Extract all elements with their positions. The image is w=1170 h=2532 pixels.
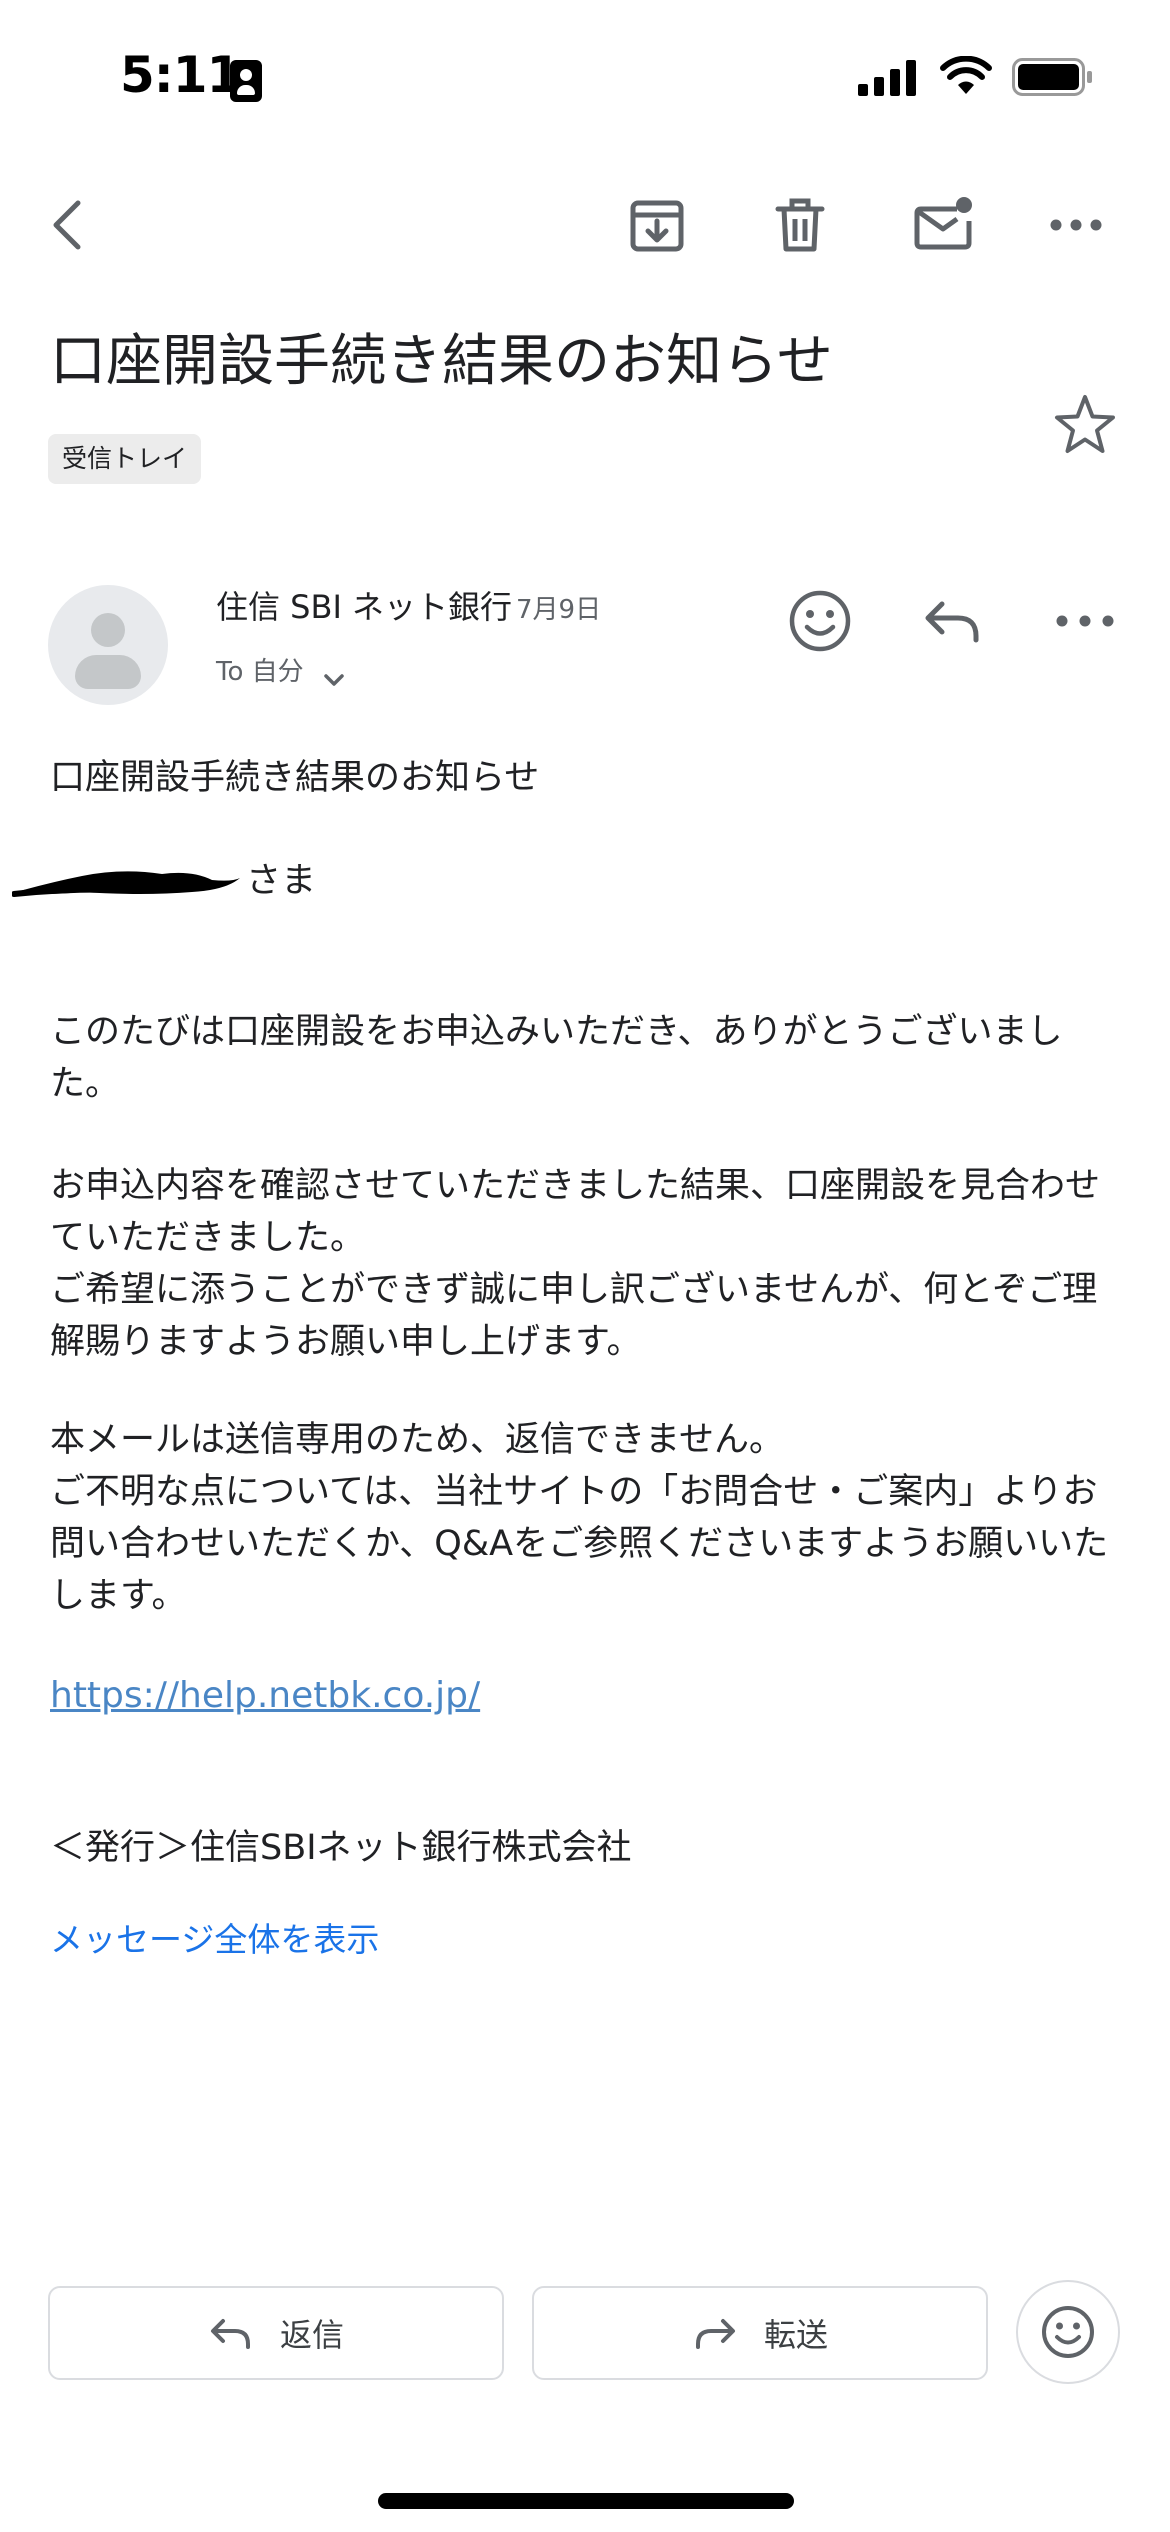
body-paragraph-1: このたびは口座開設をお申込みいただき、ありがとうございました。 (50, 1012, 1063, 1104)
show-full-message-link[interactable]: メッセージ全体を表示 (50, 1916, 379, 1964)
reply-button[interactable]: 返信 (48, 2286, 504, 2380)
more-icon[interactable] (1050, 588, 1120, 654)
delete-button[interactable] (760, 185, 840, 265)
star-icon[interactable] (1052, 392, 1118, 458)
home-indicator[interactable] (378, 2493, 794, 2509)
wifi-icon (940, 56, 992, 94)
emoji-icon (1042, 2306, 1094, 2358)
more-options-button[interactable] (1036, 185, 1116, 265)
forward-button[interactable]: 転送 (532, 2286, 988, 2380)
redacted-name (12, 871, 240, 897)
sender-name: 住信 SBI ネット銀行 (216, 588, 513, 626)
sender-avatar (48, 585, 168, 705)
emoji-reaction-button[interactable] (1016, 2280, 1120, 2384)
status-bar: 5:11 (0, 0, 1170, 150)
forward-icon (695, 2319, 735, 2349)
reply-button-label: 返信 (279, 2316, 344, 2354)
inbox-label-chip[interactable]: 受信トレイ (48, 434, 202, 484)
battery-icon (1012, 58, 1092, 96)
trash-icon (775, 198, 825, 252)
mark-unread-icon (914, 197, 972, 250)
status-time: 5:11 (120, 46, 241, 104)
body-heading: 口座開設手続き結果のお知らせ (50, 758, 540, 798)
more-icon (1050, 219, 1102, 231)
chevron-down-icon[interactable] (318, 664, 350, 696)
contact-card-icon (230, 60, 262, 102)
back-button[interactable] (30, 185, 110, 265)
back-arrow-icon (53, 200, 81, 250)
forward-button-label: 転送 (763, 2316, 828, 2354)
help-link[interactable]: https://help.netbk.co.jp/ (50, 1670, 480, 1722)
publisher-line: ＜発行＞住信SBIネット銀行株式会社 (50, 1828, 632, 1868)
body-paragraph-2: お申込内容を確認させていただきました結果、口座開設を見合わせていただきました。 … (50, 1166, 1101, 1362)
mark-unread-button[interactable] (903, 185, 983, 265)
archive-icon (630, 200, 684, 252)
email-toolbar (0, 170, 1170, 280)
greeting-suffix: さま (246, 861, 317, 901)
body-paragraph-3: 本メールは送信専用のため、返信できません。 ご不明な点については、当社サイトの「… (50, 1420, 1109, 1616)
archive-button[interactable] (617, 185, 697, 265)
sent-date: 7月9日 (516, 595, 602, 625)
recipient-line[interactable]: To 自分 (216, 652, 304, 692)
email-subject: 口座開設手続き結果のお知らせ (50, 329, 833, 394)
reply-icon[interactable] (920, 588, 986, 654)
cellular-signal-icon (858, 60, 916, 96)
reply-icon (210, 2319, 250, 2349)
emoji-reaction-icon[interactable] (787, 588, 853, 654)
